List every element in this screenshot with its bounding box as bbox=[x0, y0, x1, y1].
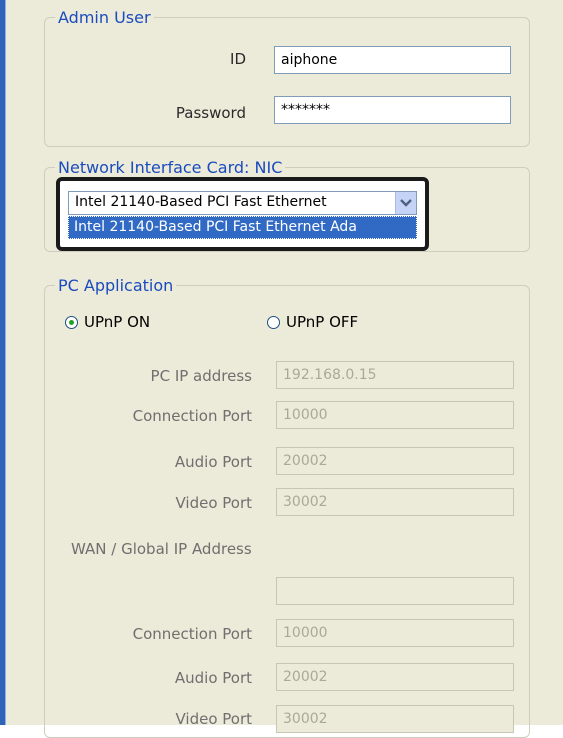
chevron-down-icon[interactable] bbox=[395, 192, 416, 214]
nic-dropdown[interactable]: Intel 21140-Based PCI Fast Ethernet bbox=[68, 191, 417, 215]
password-input[interactable] bbox=[274, 96, 511, 124]
connection-port-label: Connection Port bbox=[132, 407, 252, 425]
wan-heading: WAN / Global IP Address bbox=[71, 540, 252, 558]
upnp-on-radio[interactable]: UPnP ON bbox=[65, 313, 150, 331]
video-port-label: Video Port bbox=[175, 494, 252, 512]
upnp-off-radio[interactable]: UPnP OFF bbox=[267, 313, 358, 331]
id-label: ID bbox=[230, 50, 246, 68]
upnp-on-label: UPnP ON bbox=[84, 313, 151, 331]
wan-connection-port-input[interactable] bbox=[276, 619, 514, 647]
connection-port-input[interactable] bbox=[276, 401, 514, 429]
nic-dropdown-option[interactable]: Intel 21140-Based PCI Fast Ethernet Ada bbox=[68, 216, 417, 239]
id-input[interactable] bbox=[274, 46, 511, 74]
wan-connection-port-label: Connection Port bbox=[132, 625, 252, 643]
audio-port-label: Audio Port bbox=[174, 453, 252, 471]
wan-audio-port-label: Audio Port bbox=[174, 669, 252, 687]
admin-user-group: Admin User bbox=[44, 8, 530, 147]
nic-selected-value: Intel 21140-Based PCI Fast Ethernet bbox=[75, 194, 327, 210]
upnp-off-label: UPnP OFF bbox=[286, 313, 359, 331]
wan-video-port-input[interactable] bbox=[276, 705, 514, 733]
pc-ip-label: PC IP address bbox=[150, 367, 252, 385]
wan-video-port-label: Video Port bbox=[175, 710, 252, 728]
pc-ip-input[interactable] bbox=[276, 361, 514, 389]
admin-user-legend: Admin User bbox=[58, 8, 151, 27]
pc-application-legend: PC Application bbox=[58, 276, 174, 295]
radio-unselected-icon bbox=[267, 315, 280, 329]
audio-port-input[interactable] bbox=[276, 447, 514, 475]
wan-audio-port-input[interactable] bbox=[276, 663, 514, 691]
video-port-input[interactable] bbox=[276, 488, 514, 516]
nic-highlight-frame: Intel 21140-Based PCI Fast Ethernet Inte… bbox=[56, 177, 429, 251]
nic-legend: Network Interface Card: NIC bbox=[58, 158, 283, 177]
radio-selected-icon bbox=[65, 315, 78, 329]
password-label: Password bbox=[175, 104, 246, 122]
wan-ip-input[interactable] bbox=[276, 577, 514, 605]
